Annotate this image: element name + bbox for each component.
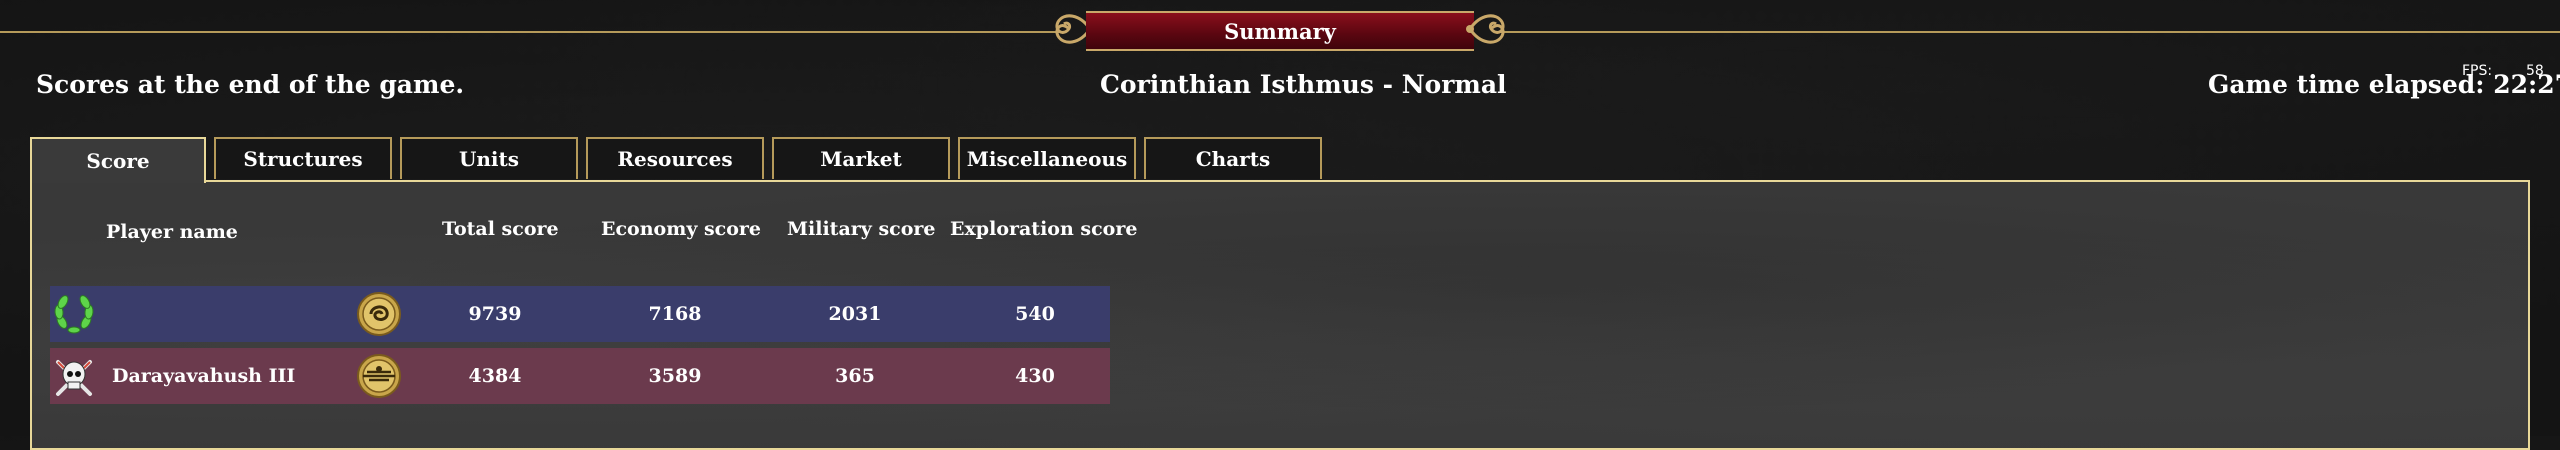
tab-resources[interactable]: Resources bbox=[586, 137, 764, 179]
exploration-score: 540 bbox=[1015, 303, 1055, 325]
game-time-elapsed: Game time elapsed: 22:27 bbox=[2208, 70, 2560, 99]
ornament-right-icon bbox=[1466, 14, 1505, 44]
civ-emblem-icon bbox=[357, 292, 401, 336]
table-row: 9739 7168 2031 540 bbox=[50, 286, 1110, 342]
tab-units[interactable]: Units bbox=[400, 137, 578, 179]
column-header-player-name: Player name bbox=[106, 221, 238, 243]
fps-counter: FPS: 58 bbox=[2462, 63, 2544, 79]
window-title: Summary bbox=[1086, 11, 1474, 51]
tab-charts[interactable]: Charts bbox=[1144, 137, 1322, 179]
laurel-wreath-icon bbox=[54, 295, 94, 334]
skull-crossbones-icon bbox=[56, 360, 92, 396]
table-row: Darayavahush III 4384 3589 365 430 bbox=[50, 348, 1110, 404]
tab-structures[interactable]: Structures bbox=[214, 137, 392, 179]
column-header-exploration-score: Exploration score bbox=[950, 218, 1138, 240]
military-score: 2031 bbox=[828, 303, 882, 325]
tab-market[interactable]: Market bbox=[772, 137, 950, 179]
economy-score: 7168 bbox=[648, 303, 702, 325]
column-header-economy-score: Economy score bbox=[601, 218, 762, 240]
column-header-total-score: Total score bbox=[442, 218, 559, 240]
fps-value: 58 bbox=[2526, 63, 2544, 79]
title-divider-left bbox=[0, 31, 1060, 33]
total-score: 9739 bbox=[468, 303, 522, 325]
economy-score: 3589 bbox=[648, 365, 702, 387]
military-score: 365 bbox=[835, 365, 875, 387]
title-divider-right bbox=[1500, 31, 2560, 33]
tab-miscellaneous[interactable]: Miscellaneous bbox=[958, 137, 1136, 179]
player-name: Darayavahush III bbox=[112, 365, 296, 387]
total-score: 4384 bbox=[468, 365, 522, 387]
tab-score[interactable]: Score bbox=[30, 137, 206, 183]
fps-label: FPS: bbox=[2462, 63, 2493, 79]
column-header-military-score: Military score bbox=[787, 218, 936, 240]
persian-emblem-icon bbox=[357, 354, 401, 398]
summary-caption: Scores at the end of the game. bbox=[36, 70, 465, 99]
exploration-score: 430 bbox=[1015, 365, 1055, 387]
map-name: Corinthian Isthmus - Normal bbox=[1100, 70, 1507, 99]
